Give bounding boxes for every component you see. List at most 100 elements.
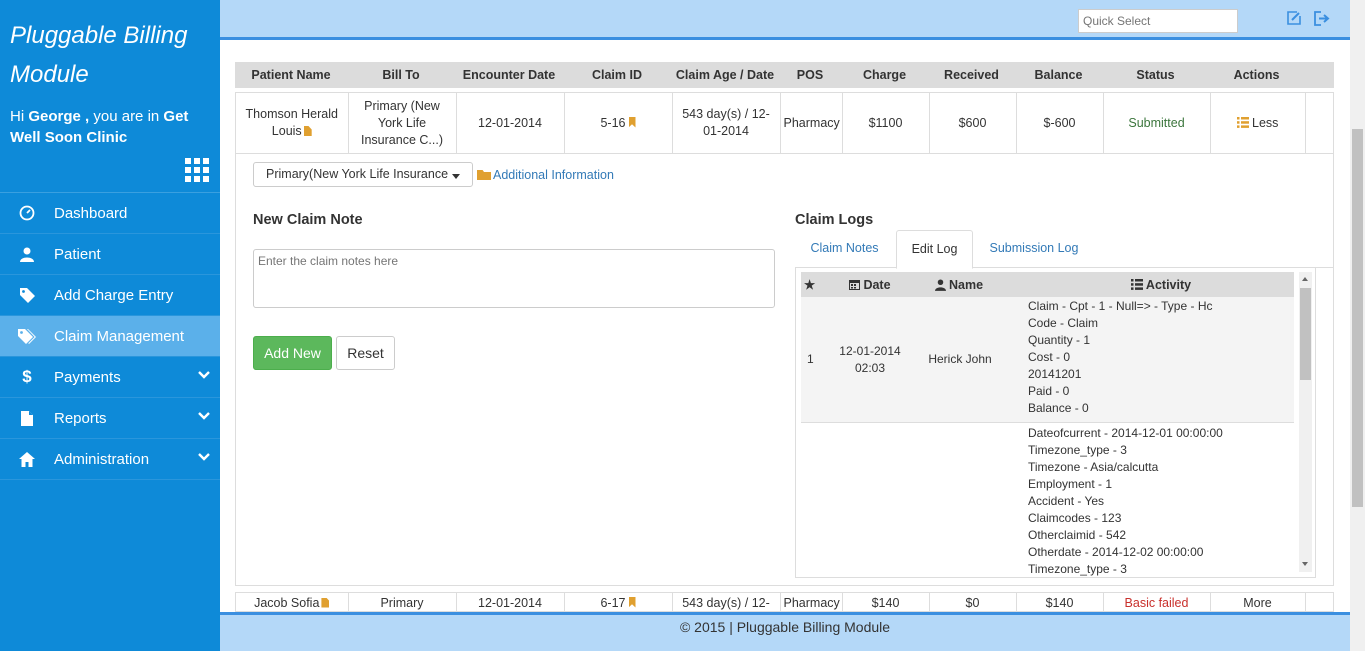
log-date — [835, 423, 905, 577]
caret-down-icon — [452, 174, 460, 179]
tab-claim-notes[interactable]: Claim Notes — [795, 230, 894, 268]
more-toggle-button[interactable]: More — [1243, 596, 1271, 610]
activity-line: Balance - 0 — [1028, 401, 1089, 415]
bill-to-cell: Primary — [348, 593, 457, 611]
table-row: Jacob Sofia Primary 12-01-2014 6-17 543 … — [235, 592, 1334, 612]
user-name: George , — [28, 108, 90, 125]
apps-grid-icon[interactable] — [185, 158, 209, 182]
log-row: Dateofcurrent - 2014-12-01 00:00:00 Time… — [801, 423, 1294, 577]
footer: © 2015 | Pluggable Billing Module — [220, 612, 1350, 651]
quick-select-input[interactable] — [1078, 9, 1238, 33]
encounter-date-cell: 12-01-2014 — [456, 93, 565, 153]
column-header-spacer — [1304, 62, 1334, 88]
edit-icon[interactable] — [1286, 11, 1301, 26]
logout-icon[interactable] — [1314, 11, 1330, 26]
bill-to-cell: Primary (New York Life Insurance C...) — [348, 93, 457, 153]
reset-button[interactable]: Reset — [336, 336, 395, 370]
sidebar-nav: Dashboard Patient Add Charge Entry Claim… — [0, 192, 220, 480]
activity-line: Dateofcurrent - 2014-12-01 00:00:00 — [1028, 426, 1223, 440]
chevron-down-icon — [198, 453, 210, 461]
sidebar-item-patient[interactable]: Patient — [0, 234, 220, 275]
activity-line: Claim - Cpt - 1 - Null=> - Type - Hc — [1028, 299, 1213, 313]
sidebar-item-label: Reports — [54, 409, 107, 427]
star-icon: ★ — [804, 278, 816, 292]
column-header: Claim Age / Date — [671, 62, 779, 88]
log-name: Herick John — [928, 352, 992, 366]
sidebar-item-reports[interactable]: Reports — [0, 398, 220, 439]
sidebar-item-label: Dashboard — [54, 204, 128, 222]
activity-line: Otherdate - 2014-12-02 00:00:00 — [1028, 545, 1204, 559]
less-toggle-button[interactable]: Less — [1236, 116, 1278, 130]
activity-line: Cost - 0 — [1028, 350, 1071, 364]
document-icon[interactable] — [321, 597, 330, 608]
status-badge: Basic failed — [1103, 593, 1211, 611]
row-spacer — [1305, 93, 1333, 153]
log-activity: Dateofcurrent - 2014-12-01 00:00:00 Time… — [1015, 423, 1294, 577]
received-cell: $600 — [929, 93, 1017, 153]
date-header: Date — [835, 278, 905, 292]
sidebar-item-payments[interactable]: $ Payments — [0, 357, 220, 398]
charge-cell: $1100 — [842, 93, 930, 153]
payer-select[interactable]: Primary(New York Life Insurance — [253, 162, 473, 187]
log-num: 1 — [807, 352, 814, 366]
edit-log-header: ★ Date Name Activity — [801, 272, 1294, 297]
name-header-label: Name — [949, 277, 984, 292]
scroll-up-icon[interactable] — [1302, 277, 1308, 281]
log-row: 1 12-01-2014 02:03 Herick John Claim - C… — [801, 297, 1294, 423]
claim-logs-tabs: Claim Notes Edit Log Submission Log — [795, 230, 1333, 269]
patient-name-cell: Jacob Sofia — [236, 593, 349, 611]
claim-id-cell: 5-16 — [564, 93, 673, 153]
greeting-mid: you are in — [89, 108, 164, 125]
claim-age-cell: 543 day(s) / 12-01-2014 — [672, 93, 781, 153]
patient-name[interactable]: Jacob Sofia — [254, 596, 319, 610]
actions-cell: Less — [1210, 93, 1306, 153]
scroll-down-icon[interactable] — [1302, 562, 1308, 566]
additional-information-link[interactable]: Additional Information — [477, 168, 614, 182]
document-icon[interactable] — [303, 126, 312, 136]
tag-icon — [0, 287, 54, 303]
payer-select-value: Primary(New York Life Insurance — [266, 167, 449, 181]
bookmark-icon[interactable] — [628, 596, 636, 608]
column-header: Charge — [841, 62, 928, 88]
page-scrollbar-thumb[interactable] — [1352, 129, 1363, 507]
sidebar-item-label: Patient — [54, 245, 101, 263]
dollar-icon: $ — [22, 367, 32, 386]
activity-line: Code - Claim — [1028, 316, 1099, 330]
claims-table-area: Patient Name Bill To Encounter Date Clai… — [235, 62, 1334, 586]
chevron-down-icon — [198, 371, 210, 379]
column-header: Bill To — [347, 62, 455, 88]
log-name — [905, 423, 1015, 577]
claim-id-cell: 6-17 — [564, 593, 673, 611]
sidebar-item-label: Claim Management — [54, 327, 185, 345]
sidebar-item-add-charge-entry[interactable]: Add Charge Entry — [0, 275, 220, 316]
patient-name-cell: Thomson Herald Louis — [236, 93, 349, 153]
activity-line: Timezone_type - 3 — [1028, 562, 1127, 576]
claim-note-textarea[interactable] — [253, 249, 775, 308]
claim-id: 5-16 — [600, 115, 626, 130]
page-scrollbar[interactable] — [1350, 0, 1365, 651]
activity-line: Quantity - 1 — [1028, 333, 1091, 347]
add-new-button[interactable]: Add New — [253, 336, 332, 370]
list-icon — [1236, 116, 1249, 128]
patient-name[interactable]: Thomson Herald Louis — [246, 107, 338, 138]
sidebar-item-administration[interactable]: Administration — [0, 439, 220, 480]
column-header: Patient Name — [235, 62, 347, 88]
edit-log-scrollbar[interactable] — [1299, 272, 1312, 572]
sidebar-item-dashboard[interactable]: Dashboard — [0, 193, 220, 234]
calendar-icon — [849, 280, 861, 290]
edit-log-panel: ★ Date Name Activity 1 12-01-2014 02:03 … — [795, 267, 1316, 578]
claim-detail-panel: Primary(New York Life Insurance Addition… — [235, 154, 1334, 586]
tab-submission-log[interactable]: Submission Log — [975, 230, 1093, 268]
charge-cell: $140 — [842, 593, 930, 611]
tab-edit-log[interactable]: Edit Log — [896, 230, 973, 269]
scrollbar-thumb[interactable] — [1300, 288, 1311, 380]
sidebar-item-claim-management[interactable]: Claim Management — [0, 316, 220, 357]
activity-line: Claimcodes - 123 — [1028, 511, 1122, 525]
activity-line: Timezone - Asia/calcutta — [1028, 460, 1159, 474]
actions-cell: More — [1210, 593, 1306, 611]
activity-header: Activity — [1015, 278, 1294, 292]
activity-line: Paid - 0 — [1028, 384, 1070, 398]
balance-cell: $140 — [1016, 593, 1104, 611]
column-header: Status — [1102, 62, 1209, 88]
bookmark-icon[interactable] — [628, 116, 636, 128]
